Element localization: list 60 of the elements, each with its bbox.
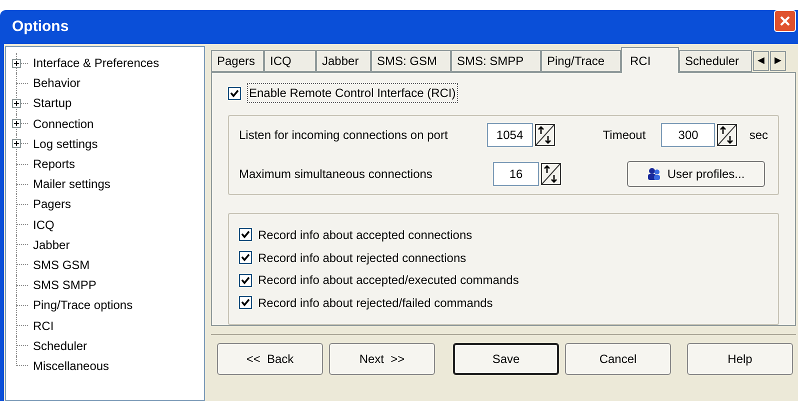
number-field[interactable]: 16 xyxy=(493,162,539,186)
tree-item[interactable]: Startup xyxy=(33,94,72,112)
tab[interactable]: RCI xyxy=(621,47,679,73)
tree-item[interactable]: Scheduler xyxy=(33,336,88,355)
dialog-button[interactable]: Save xyxy=(453,343,559,375)
tree-item[interactable]: Log settings xyxy=(33,134,98,153)
checkbox[interactable] xyxy=(239,296,252,310)
close-icon xyxy=(779,15,791,27)
tree-item[interactable]: Connection xyxy=(33,114,94,133)
tab[interactable]: Ping/Trace xyxy=(541,50,621,72)
tab[interactable]: Jabber xyxy=(316,50,371,72)
number-field[interactable]: 1054 xyxy=(486,122,533,147)
spinner-icon[interactable] xyxy=(541,162,561,185)
field-label: Listen for incoming connections on port xyxy=(239,126,449,144)
tab[interactable]: Pagers xyxy=(211,50,264,72)
dialog-button[interactable]: << Back xyxy=(217,343,323,375)
expand-icon[interactable] xyxy=(12,98,21,108)
number-field[interactable]: 300 xyxy=(661,122,716,147)
tree-item[interactable]: Pagers xyxy=(33,195,72,214)
tree-item[interactable]: Reports xyxy=(33,155,76,174)
tab[interactable]: ICQ xyxy=(264,50,316,72)
tab-scroll-button[interactable]: ◀ xyxy=(753,51,769,71)
field-label: Timeout xyxy=(602,126,647,144)
checkbox-label[interactable]: Record info about rejected/failed commands xyxy=(258,294,493,312)
checkbox[interactable] xyxy=(239,251,252,264)
checkbox[interactable] xyxy=(239,274,252,287)
expand-icon[interactable] xyxy=(12,119,21,128)
tree-item[interactable]: Miscellaneous xyxy=(33,356,110,375)
spinner-icon[interactable] xyxy=(717,124,738,146)
tab-scroll-button[interactable]: ▶ xyxy=(770,51,786,71)
tree-item[interactable]: SMS GSM xyxy=(33,256,90,274)
close-button[interactable] xyxy=(774,10,796,32)
tab[interactable]: SMS: GSM xyxy=(371,50,451,72)
window-title: Options xyxy=(12,16,69,37)
users-icon xyxy=(647,166,662,181)
checkbox-label[interactable]: Enable Remote Control Interface (RCI) xyxy=(247,83,458,104)
tree-item[interactable]: RCI xyxy=(33,316,54,335)
unit-label: sec xyxy=(749,126,768,144)
tree-item[interactable]: ICQ xyxy=(33,216,54,234)
tab[interactable]: Scheduler xyxy=(679,50,752,72)
dialog-button[interactable]: Next >> xyxy=(329,343,435,375)
field-label: Maximum simultaneous connections xyxy=(239,166,434,183)
expand-icon[interactable] xyxy=(12,139,21,148)
tree-item[interactable]: Mailer settings xyxy=(33,175,110,194)
tab[interactable]: SMS: SMPP xyxy=(451,50,541,72)
user-profiles-button[interactable]: User profiles... xyxy=(627,160,765,187)
tree-item[interactable]: Behavior xyxy=(33,74,80,92)
checkbox[interactable] xyxy=(239,228,252,242)
tree-item[interactable]: Interface & Preferences xyxy=(33,54,160,72)
checkbox-label[interactable]: Record info about accepted/executed commands xyxy=(258,271,519,290)
tree-item[interactable]: SMS SMPP xyxy=(33,276,96,294)
tree-item[interactable]: Jabber xyxy=(33,236,70,254)
tree-item[interactable]: Ping/Trace options xyxy=(33,296,133,314)
checkbox-label[interactable]: Record info about rejected connections xyxy=(258,248,466,267)
checkbox-label[interactable]: Record info about accepted connections xyxy=(258,226,472,244)
spinner-icon[interactable] xyxy=(534,124,555,146)
dialog-button[interactable]: Cancel xyxy=(565,343,671,375)
checkbox[interactable] xyxy=(228,86,241,100)
dialog-button[interactable]: Help xyxy=(687,343,793,375)
expand-icon[interactable] xyxy=(12,58,21,68)
